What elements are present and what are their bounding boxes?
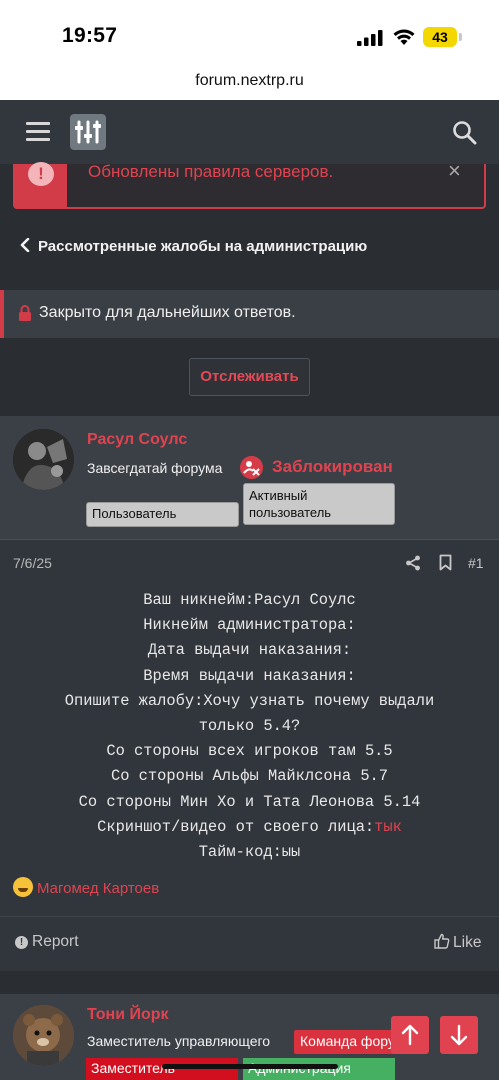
post-line: Со стороны Мин Хо и Тата Леонова 5.14 [78,792,421,811]
battery-tip [459,33,462,41]
post-actions: ! Report Like [0,916,499,971]
thread-closed-text: Закрыто для дальнейших ответов. [39,304,296,321]
post-line: только 5.4? [198,716,301,735]
post-number[interactable]: #1 [468,555,484,571]
chevron-left-icon [20,238,30,252]
home-indicator [162,1064,338,1069]
post-line-screenshot: Скриншот/видео от своего лица:тык [0,815,499,840]
post-line: Опишите жалобу:Хочу узнать почему выдали [64,691,435,710]
user-banner: Заместитель [86,1058,238,1080]
lock-icon [19,305,31,321]
laugh-reaction-icon [13,877,33,897]
post: Расул Соулс Завсегдатай форума Заблокиро… [0,416,499,971]
post-line: Никнейм администратора: [143,616,356,635]
post-date[interactable]: 7/6/25 [13,555,52,571]
avatar[interactable] [13,429,74,490]
reactions-bar[interactable]: Магомед Картоев [13,877,159,897]
thumbs-up-icon [434,933,450,949]
share-icon[interactable] [405,555,421,571]
banned-icon [240,456,263,479]
watch-button[interactable]: Отслеживать [189,358,310,396]
user-title: Завсегдатай форума [87,460,223,476]
team-tag: Команда форума [294,1030,404,1054]
reaction-user[interactable]: Магомед Картоев [37,880,159,897]
post-line: Ваш никнейм:Расул Соулс [143,591,356,609]
breadcrumb[interactable]: Рассмотренные жалобы на администрацию [20,238,367,255]
forum-logo[interactable] [70,114,106,150]
url-bar[interactable]: forum.nextrp.ru [0,72,499,90]
user-banner: Пользователь [86,502,239,527]
banned-label: Заблокирован [272,457,393,476]
user-banner: Администрация [243,1058,395,1080]
user-title: Заместитель управляющего [87,1033,271,1049]
breadcrumb-label: Рассмотренные жалобы на администрацию [38,238,368,255]
scroll-to-top-button[interactable] [391,1016,429,1054]
notice-icon-box [15,162,67,207]
report-icon: ! [15,936,28,949]
clock: 19:57 [62,24,118,47]
report-label: Report [32,933,79,950]
bookmark-icon[interactable] [439,554,452,571]
alert-icon [28,162,54,186]
arrow-down-icon [450,1024,468,1046]
battery-indicator: 43 [423,27,457,47]
hamburger-menu-icon[interactable] [26,122,50,142]
forum-header [0,100,499,164]
search-icon[interactable] [452,120,478,146]
author-name[interactable]: Расул Соулс [87,431,187,449]
like-button[interactable]: Like [434,933,481,952]
avatar[interactable] [13,1005,74,1066]
post-line: Со стороны всех игроков там 5.5 [106,742,393,761]
cellular-signal-icon [357,30,383,46]
post-line: Тайм-код:ыы [198,842,301,861]
forum-notice: Обновлены правила серверов. × [13,158,486,209]
post-author-header: Расул Соулс Завсегдатай форума Заблокиро… [0,416,499,540]
wifi-icon [393,29,415,45]
thread-closed-banner: Закрыто для дальнейших ответов. [0,290,499,338]
screenshot-label: Скриншот/видео от своего лица: [97,817,375,836]
post-line: Время выдачи наказания: [143,666,356,685]
screenshot-link[interactable]: тык [374,818,402,836]
sliders-logo-icon [75,120,101,144]
scroll-to-bottom-button[interactable] [440,1016,478,1054]
report-button[interactable]: ! Report [15,933,79,951]
user-banner: Активный пользователь [243,483,395,525]
ios-status-bar: 19:57 43 forum.nextrp.ru [0,0,499,100]
post-line: Дата выдачи наказания: [147,641,352,660]
author-name[interactable]: Тони Йорк [87,1006,169,1024]
post-line: Со стороны Альфы Майклсона 5.7 [110,767,389,786]
notice-text: Обновлены правила серверов. [88,162,334,181]
post-body: Ваш никнейм:Расул Соулс Никнейм админист… [0,588,499,865]
close-icon[interactable]: × [448,158,461,184]
like-label: Like [453,934,482,951]
arrow-up-icon [401,1024,419,1046]
